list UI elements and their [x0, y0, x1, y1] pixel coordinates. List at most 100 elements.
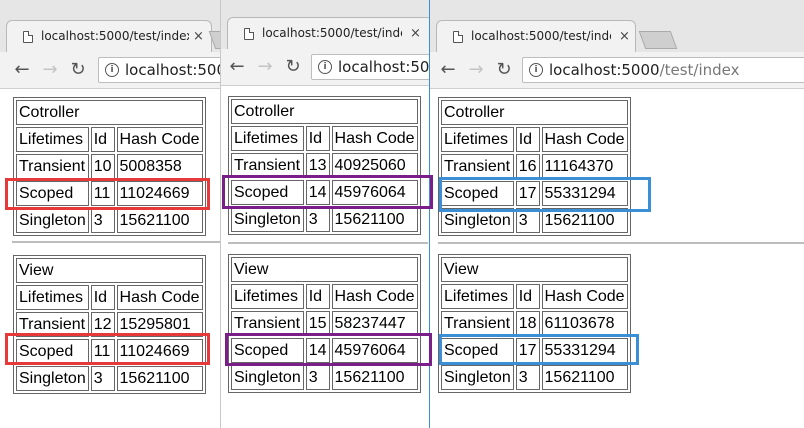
- table-cell: 3: [515, 365, 540, 390]
- table-cell: Singleton: [441, 208, 514, 233]
- table-cell: 15295801: [116, 312, 203, 337]
- table-cell: 11: [90, 339, 115, 364]
- table-cell: 40925060: [331, 153, 418, 178]
- back-arrow-icon[interactable]: ←: [227, 57, 247, 77]
- table-cell: 17: [515, 181, 540, 206]
- table-header-cell: Hash Code: [331, 284, 418, 309]
- table-cell: 13: [305, 153, 330, 178]
- table-row: Scoped 17 55331294: [441, 338, 628, 363]
- table-cell: Scoped: [231, 180, 304, 205]
- info-icon[interactable]: i: [529, 63, 543, 77]
- table-cell: 10: [90, 154, 115, 179]
- table-cell: 3: [305, 365, 330, 390]
- table-row: Scoped 11 11024669: [16, 181, 203, 206]
- table-cell: 11: [90, 181, 115, 206]
- table-cell: Scoped: [231, 338, 304, 363]
- table-cell: 55331294: [541, 181, 628, 206]
- table-header-cell: Lifetimes: [16, 127, 89, 152]
- address-bar[interactable]: i localhost:5000: [98, 57, 220, 83]
- table-cell: 3: [90, 208, 115, 233]
- table-header-cell: Id: [515, 284, 540, 309]
- controller-table: Cotroller Lifetimes Id Hash Code Transient 16…: [438, 97, 631, 236]
- table-row: Transient 15 58237447: [231, 311, 418, 336]
- controller-table: Cotroller Lifetimes Id Hash Code Transient 13…: [228, 96, 421, 235]
- reload-icon[interactable]: ↻: [68, 60, 88, 80]
- table-row: Scoped 14 45976064: [231, 338, 418, 363]
- table-row: Transient 18 61103678: [441, 311, 628, 336]
- browser-tab[interactable]: localhost:5000/test/index ×: [6, 20, 212, 52]
- table-row: Scoped 11 11024669: [16, 339, 203, 364]
- table-row: Transient 12 15295801: [16, 312, 203, 337]
- browser-toolbar: ← → ↻ i localhost:5000: [221, 49, 429, 86]
- page-icon: [23, 31, 33, 43]
- table-title: View: [16, 258, 203, 283]
- table-header-cell: Id: [90, 285, 115, 310]
- tab-title: localhost:5000/test/index: [471, 29, 611, 43]
- browser-tab[interactable]: localhost:5000/test/index ×: [436, 20, 636, 52]
- table-header-row: Lifetimes Id Hash Code: [441, 284, 628, 309]
- table-cell: Singleton: [231, 207, 304, 232]
- table-header-cell: Lifetimes: [441, 127, 514, 152]
- info-icon[interactable]: i: [105, 63, 119, 77]
- reload-icon[interactable]: ↻: [494, 60, 514, 80]
- address-bar[interactable]: i localhost:5000/test/index: [522, 57, 804, 83]
- table-cell: Transient: [16, 154, 89, 179]
- table-cell: 18: [515, 311, 540, 336]
- tab-title: localhost:5000/test/index: [41, 29, 189, 43]
- table-cell: Scoped: [16, 339, 89, 364]
- table-cell: 15: [305, 311, 330, 336]
- table-cell: Transient: [231, 311, 304, 336]
- window-divider: [220, 0, 221, 428]
- table-title: View: [231, 257, 418, 282]
- table-cell: Transient: [16, 312, 89, 337]
- table-cell: 16: [515, 154, 540, 179]
- table-cell: 3: [90, 366, 115, 391]
- table-cell: 11024669: [116, 181, 203, 206]
- table-row: Singleton 3 15621100: [441, 208, 628, 233]
- table-cell: Singleton: [231, 365, 304, 390]
- table-header-row: Lifetimes Id Hash Code: [441, 127, 628, 152]
- table-row: Transient 10 5008358: [16, 154, 203, 179]
- forward-arrow-icon[interactable]: →: [466, 60, 486, 80]
- address-bar[interactable]: i localhost:5000: [311, 54, 429, 80]
- table-cell: Transient: [441, 154, 514, 179]
- close-icon[interactable]: ×: [193, 29, 204, 44]
- table-title: View: [441, 257, 628, 282]
- table-cell: Singleton: [16, 208, 89, 233]
- table-title: Cotroller: [441, 100, 628, 125]
- table-cell: Transient: [441, 311, 514, 336]
- close-icon[interactable]: ×: [410, 26, 421, 41]
- table-cell: Scoped: [16, 181, 89, 206]
- url-text: localhost:5000: [125, 61, 220, 79]
- horizontal-rule: [228, 242, 428, 244]
- close-icon[interactable]: ×: [619, 29, 630, 44]
- tab-strip: localhost:5000/test/index ×: [430, 0, 804, 52]
- back-arrow-icon[interactable]: ←: [12, 60, 32, 80]
- table-cell: 55331294: [541, 338, 628, 363]
- reload-icon[interactable]: ↻: [283, 57, 303, 77]
- table-cell: 15621100: [331, 365, 418, 390]
- table-header-row: Lifetimes Id Hash Code: [16, 127, 203, 152]
- table-cell: 45976064: [331, 338, 418, 363]
- tab-strip: localhost:5000/test/index ×: [0, 0, 220, 52]
- back-arrow-icon[interactable]: ←: [438, 60, 458, 80]
- info-icon[interactable]: i: [318, 60, 332, 74]
- view-table: View Lifetimes Id Hash Code Transient 15 58237…: [228, 254, 421, 393]
- table-cell: 11024669: [116, 339, 203, 364]
- horizontal-rule: [12, 241, 220, 243]
- table-row: Singleton 3 15621100: [231, 207, 418, 232]
- table-header-cell: Id: [90, 127, 115, 152]
- table-cell: 14: [305, 180, 330, 205]
- table-cell: 15621100: [541, 365, 628, 390]
- forward-arrow-icon[interactable]: →: [40, 60, 60, 80]
- forward-arrow-icon[interactable]: →: [255, 57, 275, 77]
- table-cell: 14: [305, 338, 330, 363]
- table-header-cell: Hash Code: [541, 127, 628, 152]
- view-table: View Lifetimes Id Hash Code Transient 18 61103…: [438, 254, 631, 393]
- browser-tab[interactable]: localhost:5000/test/index ×: [227, 17, 429, 49]
- browser-toolbar: ← → ↻ i localhost:5000: [0, 52, 220, 89]
- table-header-cell: Hash Code: [116, 285, 203, 310]
- page-icon: [244, 28, 254, 40]
- table-header-cell: Lifetimes: [16, 285, 89, 310]
- new-tab-button[interactable]: [638, 31, 678, 49]
